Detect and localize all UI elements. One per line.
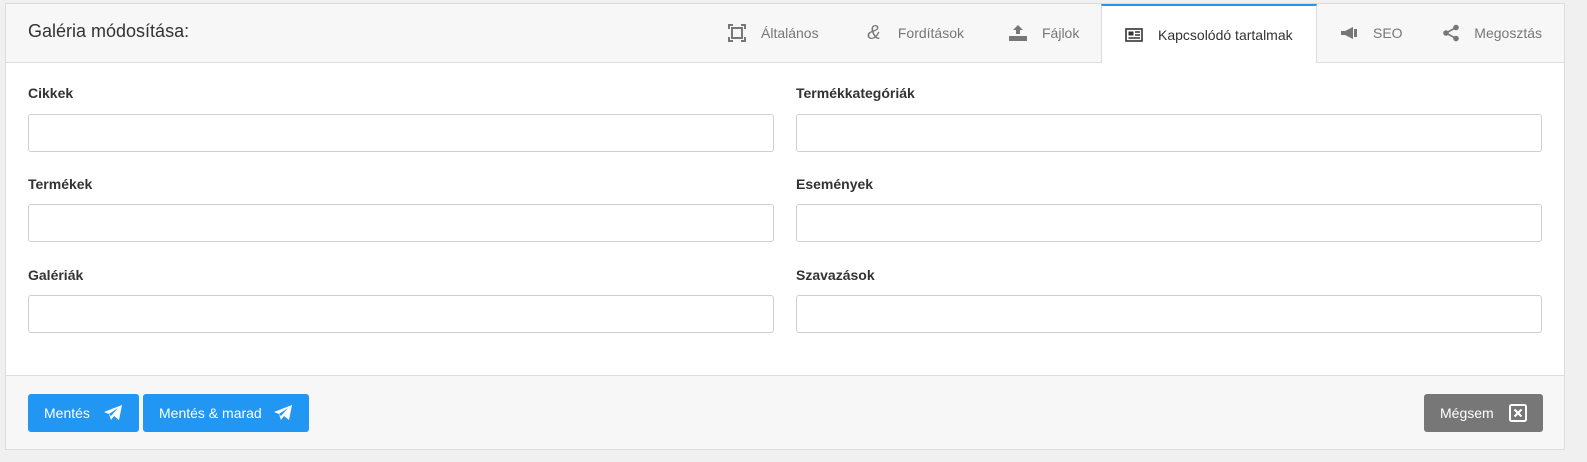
form-footer: Mentés Mentés & marad Mégsem <box>6 375 1564 449</box>
tab-seo[interactable]: SEO <box>1317 4 1420 62</box>
galeriak-input[interactable] <box>28 295 774 333</box>
tab-fajlok[interactable]: Fájlok <box>986 4 1101 62</box>
share-icon <box>1442 23 1460 43</box>
szavazasok-input[interactable] <box>796 295 1542 333</box>
tab-forditasok[interactable]: & Fordítások <box>842 4 986 62</box>
tab-label: Általános <box>761 25 819 41</box>
save-and-stay-button[interactable]: Mentés & marad <box>143 394 309 432</box>
esemenyek-label: Események <box>796 176 874 192</box>
page-title: Galéria módosítása: <box>28 21 190 41</box>
tab-label: Megosztás <box>1474 25 1542 41</box>
save-button[interactable]: Mentés <box>28 394 139 432</box>
tab-label: Fordítások <box>897 25 964 41</box>
termekek-label: Termékek <box>28 176 93 192</box>
ampersand-icon: & <box>867 21 881 44</box>
tab-bar: Általános & Fordítások Fájlok Kapcsolódó… <box>705 4 1564 63</box>
cancel-label: Mégsem <box>1440 405 1494 421</box>
cikkek-input[interactable] <box>28 114 774 152</box>
save-and-stay-label: Mentés & marad <box>159 405 262 421</box>
galeriak-label: Galériák <box>28 267 84 283</box>
close-box-icon <box>1509 404 1527 422</box>
tab-label: Fájlok <box>1042 25 1080 41</box>
tab-kapcsolodo-tartalmak[interactable]: Kapcsolódó tartalmak <box>1101 4 1317 63</box>
esemenyek-input[interactable] <box>796 204 1542 242</box>
gallery-edit-panel: Galéria módosítása: Általános & Fordítás… <box>5 3 1565 450</box>
panel-header: Galéria módosítása: Általános & Fordítás… <box>6 4 1564 63</box>
newspaper-icon <box>1124 25 1144 45</box>
expand-icon <box>727 23 747 43</box>
cikkek-label: Cikkek <box>28 85 74 101</box>
megaphone-icon <box>1339 23 1359 43</box>
tab-label: Kapcsolódó tartalmak <box>1158 26 1293 43</box>
paper-plane-icon <box>103 404 123 422</box>
szavazasok-label: Szavazások <box>796 267 875 283</box>
tab-label: SEO <box>1373 25 1403 41</box>
upload-icon <box>1008 23 1028 43</box>
cancel-button[interactable]: Mégsem <box>1424 394 1543 432</box>
termekek-input[interactable] <box>28 204 774 242</box>
tab-altalanos[interactable]: Általános <box>705 4 842 62</box>
termekkategoriak-input[interactable] <box>796 114 1542 152</box>
termekkategoriak-label: Termékkategóriák <box>796 85 915 101</box>
save-label: Mentés <box>44 405 90 421</box>
paper-plane-icon <box>273 404 293 422</box>
tab-megosztas[interactable]: Megosztás <box>1420 4 1564 62</box>
